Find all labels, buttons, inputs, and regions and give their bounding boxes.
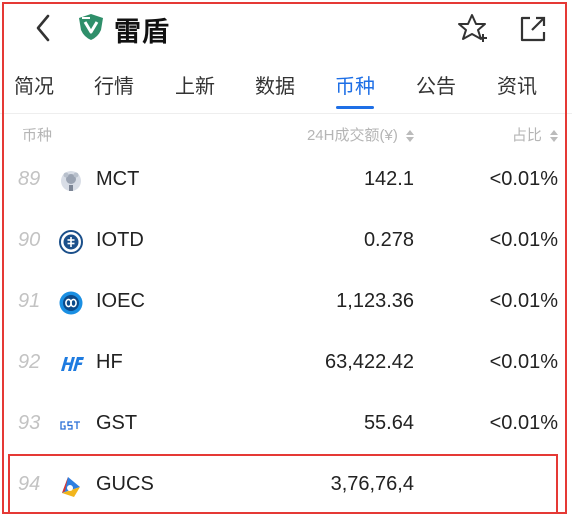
- tab-data[interactable]: 数据: [255, 70, 295, 99]
- coin-symbol: IOTD: [96, 229, 144, 251]
- coin-symbol: GUCS: [96, 473, 154, 495]
- rank-number: 94: [18, 473, 41, 495]
- table-row[interactable]: 91 IOEC 1,123.36 <0.01%: [0, 274, 572, 334]
- sort-icon: [550, 130, 558, 143]
- tab-coins[interactable]: 币种: [335, 70, 375, 99]
- sort-icon: [406, 130, 414, 143]
- coin-symbol: GST: [96, 412, 138, 434]
- back-icon[interactable]: [30, 12, 58, 44]
- active-tab-indicator: [336, 106, 374, 109]
- share-value: <0.01%: [489, 412, 558, 434]
- favorite-star-icon[interactable]: [456, 12, 490, 44]
- volume-value: 55.64: [363, 412, 414, 434]
- coin-symbol: IOEC: [96, 290, 145, 312]
- share-value: <0.01%: [489, 168, 558, 190]
- rank-number: 93: [18, 412, 41, 434]
- tab-overview[interactable]: 简况: [14, 70, 54, 99]
- column-header-share[interactable]: 占比: [512, 124, 558, 145]
- tab-new-listings[interactable]: 上新: [175, 70, 215, 99]
- volume-value: 63,422.42: [325, 351, 414, 373]
- ioec-icon: [59, 291, 83, 315]
- iotd-icon: [59, 230, 83, 254]
- rank-number: 89: [18, 168, 41, 190]
- table-row[interactable]: 90 IOTD 0.278 <0.01%: [0, 213, 572, 273]
- share-value: <0.01%: [489, 351, 558, 373]
- coin-symbol: MCT: [96, 168, 140, 190]
- volume-value: 1,123.36: [336, 290, 414, 312]
- volume-value: 3,76,76,4: [330, 473, 414, 495]
- table-row[interactable]: 93 GST 55.64 <0.01%: [0, 396, 572, 456]
- top-bar: 雷盾: [0, 0, 572, 56]
- share-icon[interactable]: [518, 14, 548, 44]
- rank-number: 92: [18, 351, 41, 373]
- share-value: <0.01%: [489, 229, 558, 251]
- divider: [0, 113, 572, 114]
- page-title: 雷盾: [114, 17, 170, 47]
- column-header-coin: 币种: [22, 127, 53, 144]
- tab-announcements[interactable]: 公告: [416, 70, 456, 99]
- gucs-icon: [62, 477, 80, 497]
- mct-icon: [61, 171, 81, 191]
- leidun-logo-icon: [79, 14, 103, 40]
- table-row[interactable]: 94 GUCS 3,76,76,4: [0, 457, 572, 517]
- tab-news[interactable]: 资讯: [497, 70, 537, 99]
- table-row[interactable]: 89 MCT 142.1 <0.01%: [0, 152, 572, 212]
- volume-value: 142.1: [363, 168, 414, 190]
- hf-icon: [61, 357, 84, 371]
- table-row[interactable]: 92 HF 63,422.42 <0.01%: [0, 335, 572, 395]
- column-header-volume[interactable]: 24H成交额(¥): [307, 124, 414, 145]
- gst-icon: [59, 421, 83, 430]
- share-value: <0.01%: [489, 290, 558, 312]
- tab-market[interactable]: 行情: [94, 70, 134, 99]
- volume-value: 0.278: [363, 229, 414, 251]
- column-header-volume-label: 24H成交额(¥): [306, 127, 398, 144]
- rank-number: 90: [18, 229, 41, 251]
- coin-symbol: HF: [96, 351, 123, 373]
- tab-bar: 简况 行情 上新 数据 币种 公告 资讯: [0, 60, 572, 112]
- rank-number: 91: [18, 290, 41, 312]
- column-header-share-label: 占比: [511, 127, 542, 144]
